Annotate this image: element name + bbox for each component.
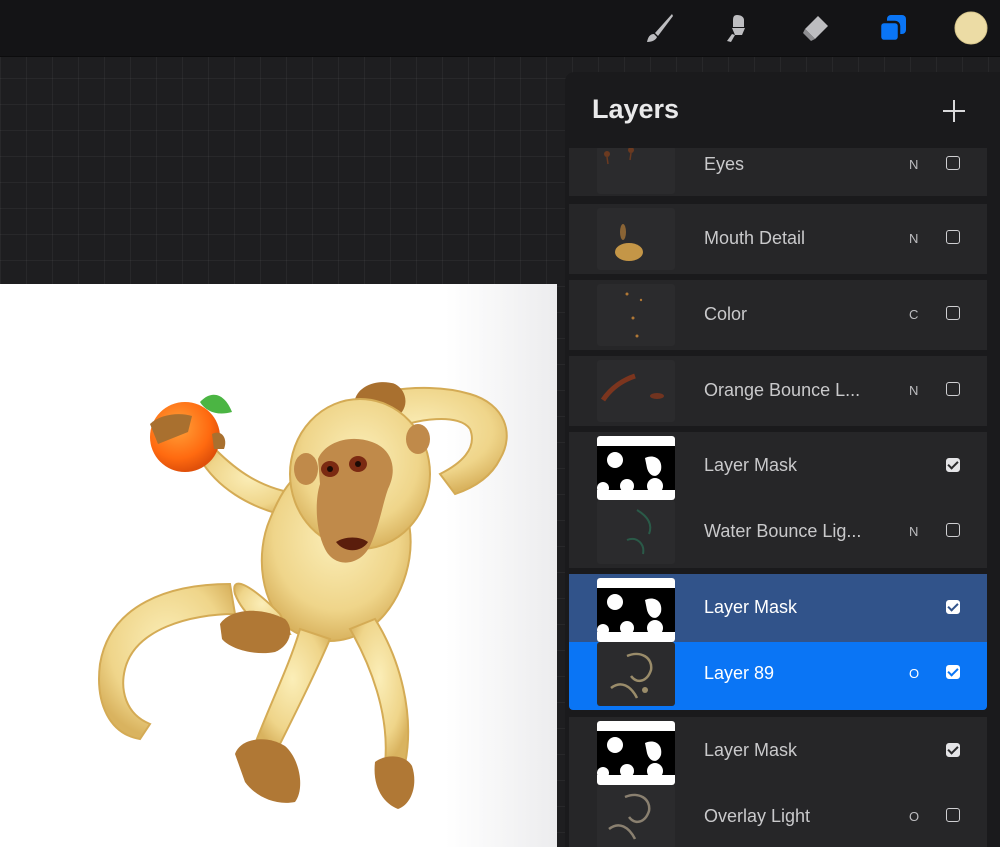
layers-icon[interactable] bbox=[874, 9, 912, 47]
layers-panel-header: Layers bbox=[565, 72, 1000, 148]
layer-thumbnail bbox=[597, 148, 675, 194]
layer-row[interactable]: Overlay Light O bbox=[569, 785, 987, 847]
mask-thumbnail bbox=[597, 721, 675, 785]
layers-panel-title: Layers bbox=[592, 94, 680, 124]
layer-mask-row[interactable]: Layer Mask bbox=[569, 717, 987, 785]
artwork-canvas[interactable] bbox=[0, 284, 557, 847]
layer-thumbnail bbox=[597, 785, 675, 847]
procreate-workspace: Layers Eyes N Mouth Detail N Color C Ora… bbox=[0, 0, 1000, 847]
blend-mode[interactable]: O bbox=[909, 666, 919, 681]
blend-mode[interactable]: N bbox=[909, 231, 918, 246]
layer-row[interactable]: Eyes N bbox=[569, 148, 987, 196]
layer-thumbnail bbox=[597, 208, 675, 270]
layer-thumbnail bbox=[597, 642, 675, 706]
blend-mode[interactable]: N bbox=[909, 157, 918, 172]
layer-name: Mouth Detail bbox=[704, 228, 806, 248]
layer-row[interactable]: Water Bounce Lig... N bbox=[569, 500, 987, 568]
monkey-illustration bbox=[98, 382, 508, 809]
layer-row[interactable]: Orange Bounce L... N bbox=[569, 356, 987, 426]
mask-thumbnail bbox=[597, 436, 675, 500]
plus-icon bbox=[943, 100, 965, 122]
layer-name: Layer Mask bbox=[704, 740, 798, 760]
top-toolbar bbox=[0, 0, 1000, 57]
layer-thumbnail bbox=[597, 500, 675, 564]
visibility-checkbox[interactable] bbox=[946, 665, 960, 679]
layer-row[interactable]: Color C bbox=[569, 280, 987, 350]
color-swatch-icon[interactable] bbox=[952, 9, 990, 47]
layers-list[interactable]: Eyes N Mouth Detail N Color C Orange Bou… bbox=[569, 148, 989, 847]
blend-mode[interactable]: N bbox=[909, 524, 918, 539]
layer-name: Orange Bounce L... bbox=[704, 380, 861, 400]
visibility-checkbox[interactable] bbox=[946, 523, 960, 537]
visibility-checkbox[interactable] bbox=[946, 230, 960, 244]
layer-name: Layer 89 bbox=[704, 663, 775, 683]
blend-mode[interactable]: O bbox=[909, 809, 919, 824]
visibility-checkbox[interactable] bbox=[946, 743, 960, 757]
layer-name: Overlay Light bbox=[704, 806, 811, 826]
layer-mask-row[interactable]: Layer Mask bbox=[569, 432, 987, 500]
mask-thumbnail bbox=[597, 578, 675, 642]
layers-panel: Layers Eyes N Mouth Detail N Color C Ora… bbox=[565, 72, 1000, 847]
visibility-checkbox[interactable] bbox=[946, 382, 960, 396]
layer-mask-row[interactable]: Layer Mask bbox=[569, 574, 987, 642]
visibility-checkbox[interactable] bbox=[946, 458, 960, 472]
smudge-icon[interactable] bbox=[717, 9, 755, 47]
layer-row[interactable]: Mouth Detail N bbox=[569, 204, 987, 274]
eraser-icon[interactable] bbox=[796, 9, 834, 47]
layer-name: Color bbox=[704, 304, 748, 324]
layer-name: Water Bounce Lig... bbox=[704, 521, 862, 541]
layer-thumbnail bbox=[597, 360, 675, 422]
blend-mode[interactable]: N bbox=[909, 383, 918, 398]
layer-name: Eyes bbox=[704, 154, 745, 174]
layer-name: Layer Mask bbox=[704, 455, 798, 475]
layer-thumbnail bbox=[597, 284, 675, 346]
visibility-checkbox[interactable] bbox=[946, 306, 960, 320]
layer-name: Layer Mask bbox=[704, 597, 798, 617]
visibility-checkbox[interactable] bbox=[946, 808, 960, 822]
add-layer-button[interactable] bbox=[937, 94, 971, 128]
visibility-checkbox[interactable] bbox=[946, 600, 960, 614]
blend-mode[interactable]: C bbox=[909, 307, 918, 322]
visibility-checkbox[interactable] bbox=[946, 156, 960, 170]
layer-row-selected[interactable]: Layer 89 O bbox=[569, 642, 987, 710]
paintbrush-icon[interactable] bbox=[640, 9, 678, 47]
